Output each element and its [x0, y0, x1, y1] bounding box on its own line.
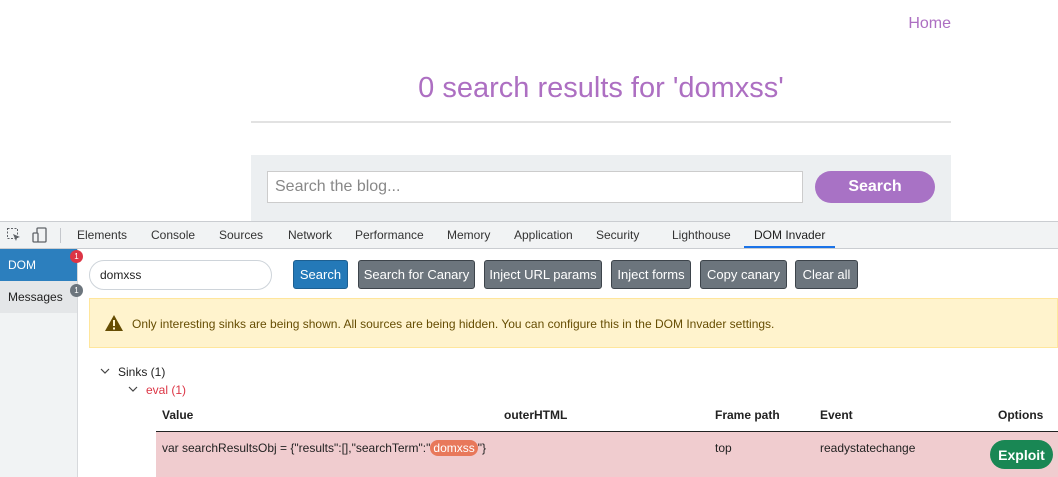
sinks-tree-node[interactable]: Sinks (1)	[118, 365, 165, 379]
exploit-button[interactable]: Exploit	[990, 440, 1053, 469]
toolbar-divider	[60, 228, 61, 243]
home-link[interactable]: Home	[908, 15, 951, 33]
copy-canary-button[interactable]: Copy canary	[700, 260, 787, 289]
page-title: 0 search results for 'domxss'	[418, 72, 784, 104]
tab-lighthouse[interactable]: Lighthouse	[672, 222, 731, 248]
tab-sources[interactable]: Sources	[219, 222, 263, 248]
inspect-element-icon[interactable]	[6, 227, 22, 243]
table-row: var searchResultsObj = {"results":[],"se…	[156, 432, 1058, 477]
device-toggle-icon[interactable]	[32, 227, 48, 243]
sidebar-item-dom[interactable]: DOM 1	[0, 249, 83, 281]
tab-application[interactable]: Application	[514, 222, 573, 248]
tab-console[interactable]: Console	[151, 222, 195, 248]
blog-search-input[interactable]	[267, 171, 803, 203]
canary-search-input[interactable]	[89, 260, 272, 290]
title-divider	[251, 121, 951, 123]
devtools-panel: Elements Console Sources Network Perform…	[0, 221, 1058, 477]
chevron-down-icon[interactable]	[100, 366, 110, 379]
canary-highlight: domxss	[430, 440, 478, 456]
dom-count-badge: 1	[70, 250, 83, 263]
column-header-value: Value	[162, 408, 194, 422]
clear-all-button[interactable]: Clear all	[795, 260, 858, 289]
column-header-outerhtml: outerHTML	[504, 408, 568, 422]
tab-performance[interactable]: Performance	[355, 222, 424, 248]
sink-frame-path: top	[715, 441, 732, 455]
inject-forms-button[interactable]: Inject forms	[611, 260, 691, 289]
column-header-event: Event	[820, 408, 853, 422]
sink-event: readystatechange	[820, 441, 916, 455]
devtools-tabbar: Elements Console Sources Network Perform…	[0, 222, 1058, 249]
chevron-down-icon[interactable]	[128, 384, 138, 397]
sidebar-item-messages[interactable]: Messages 1	[0, 281, 83, 313]
tab-security[interactable]: Security	[596, 222, 639, 248]
sidebar-item-label: Messages	[8, 290, 63, 304]
search-button[interactable]: Search	[293, 260, 348, 289]
sink-value-suffix: "}	[477, 441, 487, 455]
sidebar-item-label: DOM	[8, 258, 36, 272]
search-for-canary-button[interactable]: Search for Canary	[358, 260, 475, 289]
warning-text: Only interesting sinks are being shown. …	[132, 317, 775, 331]
dom-invader-sidebar: DOM 1 Messages 1	[0, 249, 83, 477]
warning-alert: Only interesting sinks are being shown. …	[89, 298, 1058, 348]
blog-search-button[interactable]: Search	[815, 171, 935, 203]
tab-dom-invader[interactable]: DOM Invader	[744, 222, 836, 248]
messages-count-badge: 1	[70, 284, 83, 297]
tab-network[interactable]: Network	[288, 222, 332, 248]
eval-sink-node[interactable]: eval (1)	[146, 383, 186, 397]
tab-memory[interactable]: Memory	[447, 222, 490, 248]
warning-triangle-icon	[104, 314, 124, 332]
tab-elements[interactable]: Elements	[77, 222, 127, 248]
blog-search-bar: Search	[251, 155, 951, 221]
sink-value: var searchResultsObj = {"results":[],"se…	[162, 440, 487, 456]
inject-url-params-button[interactable]: Inject URL params	[484, 260, 602, 289]
sink-value-prefix: var searchResultsObj = {"results":[],"se…	[162, 441, 431, 455]
column-header-options: Options	[998, 408, 1044, 422]
column-header-frame-path: Frame path	[715, 408, 780, 422]
